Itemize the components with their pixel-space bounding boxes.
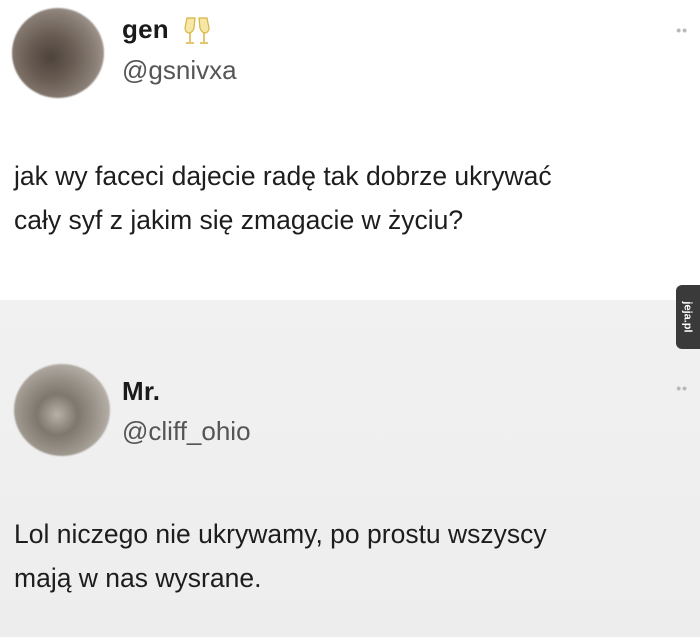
tweet-text-line: mają w nas wysrane.	[14, 563, 262, 593]
watermark-logo: jeja.pl	[676, 285, 700, 349]
avatar[interactable]	[12, 8, 104, 98]
display-name[interactable]: gen	[122, 14, 169, 45]
more-options-icon[interactable]: ••	[676, 380, 688, 396]
handle[interactable]: @cliff_ohio	[122, 416, 251, 447]
clinking-glasses-icon	[184, 17, 210, 44]
tweet-card-bottom: Mr. @cliff_ohio •• Lol niczego nie ukryw…	[0, 300, 700, 637]
more-options-icon[interactable]: ••	[676, 22, 688, 38]
watermark-text: jeja.pl	[682, 301, 694, 333]
tweet-card-top: gen @gsnivxa •• jak wy faceci dajecie ra…	[0, 0, 700, 300]
handle[interactable]: @gsnivxa	[122, 55, 237, 86]
tweet-text-line: Lol niczego nie ukrywamy, po prostu wszy…	[14, 519, 547, 549]
tweet-text: jak wy faceci dajecie radę tak dobrze uk…	[14, 154, 694, 242]
tweet-text-line: cały syf z jakim się zmagacie w życiu?	[14, 205, 464, 235]
avatar[interactable]	[14, 364, 110, 456]
display-name[interactable]: Mr.	[122, 376, 160, 407]
tweet-text-line: jak wy faceci dajecie radę tak dobrze uk…	[14, 161, 552, 191]
tweet-text: Lol niczego nie ukrywamy, po prostu wszy…	[14, 512, 694, 600]
